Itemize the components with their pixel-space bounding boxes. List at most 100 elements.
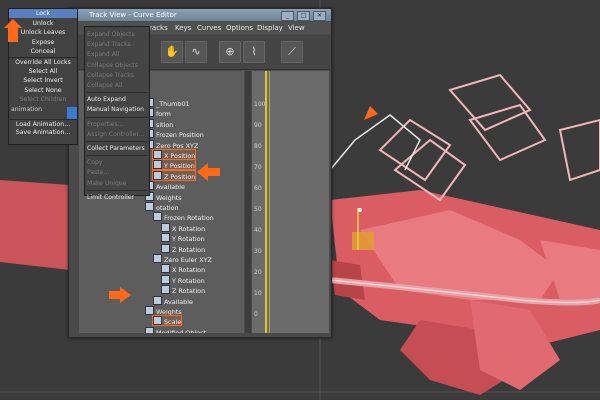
ruler-label: 60 bbox=[254, 185, 262, 192]
tree-node-label: Available bbox=[164, 297, 193, 306]
tree-node[interactable]: Frozen Position bbox=[145, 129, 204, 140]
lock-menu-item[interactable]: Lock bbox=[9, 9, 77, 18]
track-icon bbox=[161, 285, 170, 295]
key-icon[interactable]: ⊕ bbox=[219, 41, 241, 63]
lock-menu-item[interactable]: Save Animation... bbox=[9, 128, 77, 137]
window-titlebar[interactable]: Track View - Curve Editor _ □ ✕ bbox=[69, 9, 331, 21]
pan-icon[interactable]: ✋ bbox=[161, 41, 183, 63]
tree-node[interactable]: Weights bbox=[145, 191, 182, 202]
context-menu-item: Collapse Tracks bbox=[87, 71, 134, 79]
time-slider-guide bbox=[269, 71, 270, 333]
tree-node[interactable]: Y Rotation bbox=[161, 274, 205, 285]
context-menu-item: Copy bbox=[87, 159, 103, 167]
context-menu-item: Make Unique bbox=[87, 179, 127, 187]
tree-node[interactable]: Z Rotation bbox=[161, 285, 205, 295]
context-menu: Expand Objects Expand Tracks Expand All Col… bbox=[84, 26, 150, 201]
lock-menu-item: Select Children bbox=[19, 96, 67, 104]
lock-menu-item[interactable]: Conceal bbox=[9, 47, 77, 56]
tree-scrollbar[interactable] bbox=[245, 71, 251, 333]
tree-node[interactable]: Modified Object bbox=[145, 326, 207, 333]
tree-node[interactable]: Available bbox=[145, 181, 185, 192]
tree-node[interactable]: Frozen Rotation bbox=[153, 212, 214, 223]
tree-node-label: otation bbox=[156, 204, 179, 212]
tree-node[interactable]: Y Position bbox=[152, 159, 196, 171]
menu-tracks[interactable]: racks bbox=[149, 23, 168, 33]
context-menu-item: Expand Tracks bbox=[87, 41, 131, 49]
ruler-label: 100 bbox=[254, 101, 266, 108]
track-icon bbox=[153, 160, 162, 170]
ruler-label: 70 bbox=[254, 164, 262, 171]
ruler-label: 30 bbox=[254, 248, 262, 255]
ruler-label: 80 bbox=[254, 143, 262, 150]
menu-separator bbox=[87, 92, 147, 94]
menu-view[interactable]: View bbox=[288, 23, 305, 33]
context-menu-item: Paste... bbox=[87, 169, 110, 177]
tree-node[interactable]: Zero Pos XYZ bbox=[145, 139, 199, 150]
tree-node[interactable]: X Position bbox=[151, 149, 197, 160]
tree-node-label: Zero Pos XYZ bbox=[156, 141, 199, 150]
tree-node[interactable]: Z Position bbox=[151, 169, 197, 181]
track-icon bbox=[161, 233, 170, 243]
tree-node-label: Scale bbox=[164, 318, 182, 327]
menu-curves[interactable]: Curves bbox=[197, 23, 221, 33]
tree-node[interactable]: otation bbox=[145, 202, 179, 212]
menu-options[interactable]: Options bbox=[226, 23, 253, 33]
tree-node[interactable]: Zero Euler XYZ bbox=[153, 254, 212, 264]
context-menu-item: Collapse All bbox=[87, 82, 123, 89]
tree-node-label: X Rotation bbox=[172, 266, 206, 275]
close-button[interactable]: ✕ bbox=[313, 11, 326, 21]
menu-separator bbox=[87, 189, 147, 191]
lock-menu-item[interactable]: Select Invert bbox=[9, 76, 77, 85]
track-icon bbox=[153, 170, 162, 180]
ruler-label: 50 bbox=[254, 206, 262, 213]
tree-node-label: Y Position bbox=[164, 162, 195, 171]
tree-node-label: Frozen Rotation bbox=[164, 214, 214, 223]
animation-layer-swatch bbox=[67, 107, 77, 119]
tree-node-label: _Thumb01 bbox=[156, 100, 190, 108]
curve-graph[interactable]: 100 90 80 70 60 50 40 30 20 10 0 bbox=[252, 71, 329, 333]
lock-menu-item[interactable]: Select None bbox=[9, 86, 77, 95]
track-icon bbox=[161, 222, 170, 232]
lock-menu-item[interactable]: Select All bbox=[9, 67, 77, 76]
tree-node[interactable]: X Rotation bbox=[161, 264, 206, 275]
tree-node-label: Z Rotation bbox=[172, 245, 206, 254]
tree-node-label: Modified Object bbox=[156, 328, 207, 333]
tree-node[interactable]: X Rotation bbox=[161, 222, 206, 233]
lock-menu-item[interactable]: Load Animation... bbox=[9, 118, 77, 129]
menu-keys[interactable]: Keys bbox=[175, 23, 191, 33]
context-menu-item[interactable]: Auto Expand bbox=[87, 95, 149, 104]
tree-node[interactable]: _Thumb01 bbox=[145, 98, 190, 108]
context-menu-item[interactable]: Limit Controller bbox=[87, 193, 149, 202]
tree-node-label: Z Position bbox=[164, 172, 196, 181]
minimize-button[interactable]: _ bbox=[281, 11, 294, 21]
menu-separator bbox=[87, 116, 147, 118]
tree-node[interactable]: Scale bbox=[151, 315, 183, 327]
lock-menu-item[interactable]: Override All Locks bbox=[9, 57, 77, 67]
context-menu-item: Expand Objects bbox=[87, 31, 135, 38]
menu-display[interactable]: Display bbox=[257, 23, 283, 33]
time-slider-bar[interactable] bbox=[265, 71, 267, 333]
curve-icon[interactable]: ∿ bbox=[185, 41, 207, 63]
line-icon[interactable]: ⟋ bbox=[281, 41, 303, 63]
ruler-label: 10 bbox=[254, 290, 262, 297]
arrow-icon bbox=[4, 19, 22, 42]
tree-node[interactable]: Weights bbox=[145, 306, 182, 316]
tree-node[interactable]: Z Rotation bbox=[161, 243, 206, 254]
context-menu-item: Properties... bbox=[87, 120, 124, 128]
tree-node[interactable]: Available bbox=[153, 295, 193, 306]
tree-node-label: X Position bbox=[164, 152, 196, 160]
tree-node-label: Weights bbox=[156, 308, 182, 316]
maximize-button[interactable]: □ bbox=[297, 11, 310, 21]
tree-node-label: X Rotation bbox=[172, 224, 206, 233]
context-menu-item[interactable]: Manual Navigation bbox=[87, 105, 149, 114]
context-menu-item[interactable]: Collect Parameters bbox=[87, 144, 149, 153]
track-icon bbox=[153, 254, 162, 263]
tree-node[interactable]: Y Rotation bbox=[161, 233, 205, 243]
track-icon bbox=[145, 326, 154, 333]
tree-node-label: Frozen Position bbox=[156, 131, 204, 140]
tree-node-label: Available bbox=[156, 183, 185, 192]
tree-node-label: Y Rotation bbox=[172, 276, 205, 285]
track-icon bbox=[153, 316, 162, 326]
arrow-icon bbox=[364, 102, 382, 120]
tangent-icon[interactable]: ⌇ bbox=[243, 41, 265, 63]
